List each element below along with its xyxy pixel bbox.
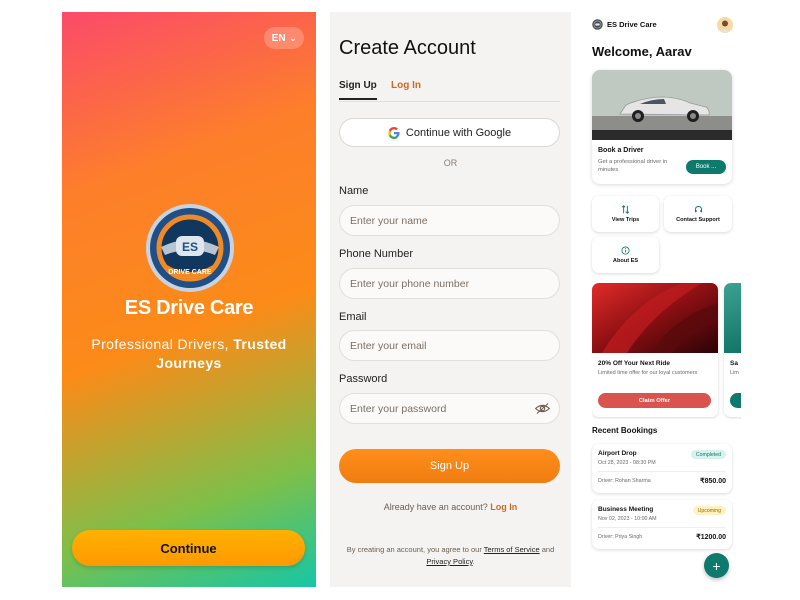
dashboard-header: ES Drive Care <box>592 19 657 30</box>
dashboard-brand: ES Drive Care <box>607 20 657 29</box>
avatar[interactable] <box>717 17 733 33</box>
tab-log-in[interactable]: Log In <box>391 80 421 91</box>
booking-card[interactable]: Airport Drop Oct 28, 2023 - 08:30 PM Com… <box>592 444 732 493</box>
language-selector[interactable]: EN ⌄ <box>264 27 304 49</box>
page-title: Create Account <box>339 37 476 59</box>
swap-arrows-icon <box>621 205 630 214</box>
chevron-down-icon: ⌄ <box>289 33 297 43</box>
view-trips-label: View Trips <box>611 217 640 223</box>
terms-prefix: By creating an account, you agree to our <box>346 545 482 554</box>
dashboard-screen: ES Drive Care Welcome, Aarav Book a Driv… <box>585 12 741 587</box>
brand-name: ES Drive Care <box>124 297 254 319</box>
about-es-label: About ES <box>612 258 639 264</box>
eye-off-icon[interactable] <box>535 402 550 415</box>
email-input[interactable]: Enter your email <box>339 330 560 361</box>
password-placeholder: Enter your password <box>350 402 447 415</box>
tab-sign-up[interactable]: Sign Up <box>339 80 377 100</box>
name-label: Name <box>339 185 369 197</box>
continue-button[interactable]: Continue <box>72 530 305 566</box>
info-icon <box>621 246 630 255</box>
terms-of-service-link[interactable]: Terms of Service <box>484 545 540 554</box>
book-driver-card[interactable]: Book a Driver Get a professional driver … <box>592 70 732 184</box>
booking-driver: Driver: Rohan Sharma <box>598 478 651 484</box>
booking-price: ₹850.00 <box>700 478 726 485</box>
book-driver-description: Get a professional driver in minutes <box>598 159 668 173</box>
quick-action-view-trips[interactable]: View Trips <box>592 196 659 232</box>
steering-wheel-logo: ES DRIVE CARE <box>146 204 234 292</box>
quick-action-contact-support[interactable]: Contact Support <box>664 196 732 232</box>
booking-date: Nov 02, 2023 - 10:00 AM <box>598 516 657 522</box>
email-label: Email <box>339 311 367 323</box>
brand-logo-icon <box>592 19 603 30</box>
offer-description: Limited time offer for our loyal custome… <box>598 370 698 376</box>
name-placeholder: Enter your name <box>350 214 428 227</box>
email-placeholder: Enter your email <box>350 339 427 352</box>
privacy-policy-link[interactable]: Privacy Policy <box>426 557 472 566</box>
offer-image-partial <box>724 283 741 353</box>
contact-support-label: Contact Support <box>676 217 720 223</box>
booking-divider <box>598 471 726 472</box>
sign-up-button[interactable]: Sign Up <box>339 449 560 483</box>
or-divider: OR <box>443 158 458 168</box>
status-badge: Upcoming <box>692 506 726 515</box>
offer-description-partial: Lim <box>730 370 739 376</box>
password-input[interactable]: Enter your password <box>339 393 560 424</box>
sports-car-image <box>592 70 732 140</box>
booking-title: Airport Drop <box>598 450 637 457</box>
offer-card[interactable]: 20% Off Your Next Ride Limited time offe… <box>592 283 718 417</box>
google-icon <box>388 126 400 139</box>
offer-title: 20% Off Your Next Ride <box>598 360 670 367</box>
add-booking-fab[interactable]: + <box>704 553 729 578</box>
password-label: Password <box>339 373 388 385</box>
logo-es-text: ES <box>182 240 198 254</box>
phone-input[interactable]: Enter your phone number <box>339 268 560 299</box>
quick-action-about-es[interactable]: About ES <box>592 237 659 273</box>
booking-title: Business Meeting <box>598 506 654 513</box>
offer-card-partial[interactable]: Sa Lim <box>724 283 741 417</box>
book-now-button[interactable]: Book ... <box>686 160 726 174</box>
offer-title-partial: Sa <box>730 360 738 367</box>
phone-label: Phone Number <box>339 248 413 260</box>
offer-button-partial[interactable] <box>730 393 741 408</box>
logo-ring-text: DRIVE CARE <box>168 269 212 276</box>
login-prompt-text: Already have an account? <box>383 502 488 512</box>
booking-driver: Driver: Priya Singh <box>598 534 643 540</box>
login-link[interactable]: Log In <box>490 502 517 512</box>
tagline: Professional Drivers, Trusted Journeys <box>82 335 296 373</box>
booking-date: Oct 28, 2023 - 08:30 PM <box>598 460 656 466</box>
terms-and: and <box>541 545 555 554</box>
google-button-label: Continue with Google <box>405 126 512 139</box>
booking-price: ₹1200.00 <box>696 534 726 541</box>
terms-suffix: . <box>472 557 475 566</box>
headset-icon <box>694 206 702 213</box>
claim-offer-button[interactable]: Claim Offer <box>598 393 711 408</box>
recent-bookings-heading: Recent Bookings <box>592 426 658 435</box>
splash-screen: EN ⌄ ES DRIVE CARE ES Drive Care Profess… <box>62 12 316 587</box>
tagline-plain: Professional Drivers, <box>91 336 229 352</box>
offers-carousel[interactable]: 20% Off Your Next Ride Limited time offe… <box>592 283 741 419</box>
auth-tabs: Sign Up Log In <box>339 78 560 102</box>
language-label: EN <box>271 32 286 44</box>
booking-card[interactable]: Business Meeting Nov 02, 2023 - 10:00 AM… <box>592 500 732 549</box>
phone-placeholder: Enter your phone number <box>350 277 470 290</box>
status-badge: Completed <box>690 450 726 459</box>
login-prompt: Already have an account? Log In <box>330 502 571 512</box>
name-input[interactable]: Enter your name <box>339 205 560 236</box>
booking-divider <box>598 527 726 528</box>
user-avatar-icon <box>719 20 731 33</box>
google-signin-button[interactable]: Continue with Google <box>339 118 560 147</box>
welcome-heading: Welcome, Aarav <box>592 44 692 59</box>
terms-text: By creating an account, you agree to our… <box>340 544 561 568</box>
book-driver-title: Book a Driver <box>598 147 644 154</box>
offer-abstract-image <box>592 283 718 353</box>
create-account-screen: Create Account Sign Up Log In Continue w… <box>330 12 571 587</box>
